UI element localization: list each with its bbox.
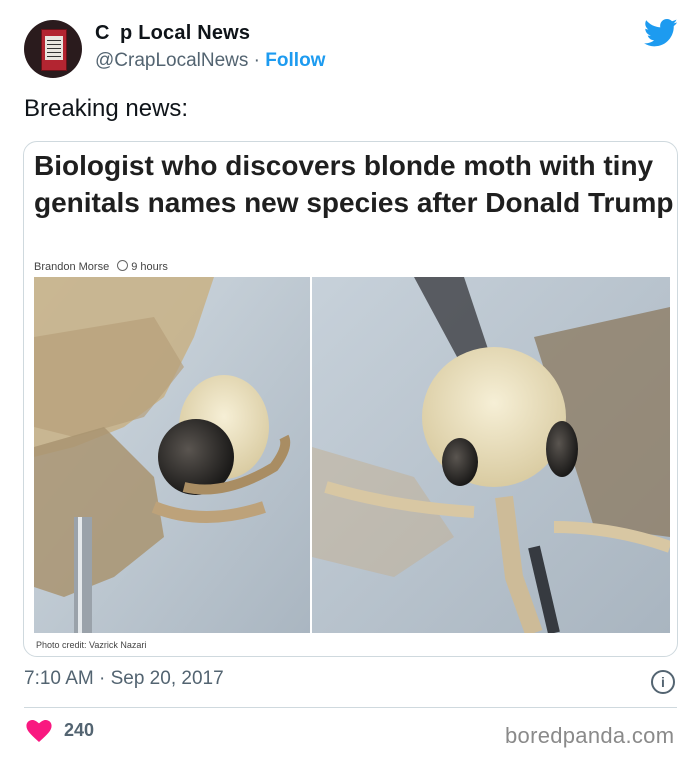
info-icon[interactable]: i — [651, 670, 675, 694]
article-age: 9 hours — [131, 261, 168, 273]
clock-icon — [117, 260, 129, 271]
moth-photo — [34, 277, 670, 633]
heart-icon[interactable] — [26, 720, 52, 742]
follow-button[interactable]: Follow — [265, 50, 325, 71]
tweet-timestamp[interactable]: 7:10 AM · Sep 20, 2017 — [24, 668, 224, 690]
tweet-text: Breaking news: — [24, 95, 189, 122]
photo-credit: Photo credit: Vazrick Nazari — [36, 640, 147, 650]
like-count[interactable]: 240 — [64, 720, 94, 741]
avatar[interactable] — [24, 20, 82, 78]
article-author: Brandon Morse — [34, 261, 110, 273]
twitter-bird-icon[interactable] — [644, 18, 678, 48]
article-card[interactable]: Biologist who discovers blonde moth with… — [23, 141, 678, 657]
display-name[interactable]: C p Local News — [95, 22, 250, 45]
moth-photo-illustration — [34, 277, 670, 633]
article-headline: Biologist who discovers blonde moth with… — [34, 150, 674, 218]
handle-row: @CrapLocalNews · Follow — [95, 50, 325, 72]
separator: · — [248, 50, 266, 71]
avatar-sign-image — [41, 29, 67, 71]
handle[interactable]: @CrapLocalNews — [95, 50, 248, 71]
divider — [24, 707, 677, 708]
watermark: boredpanda.com — [505, 723, 675, 748]
article-byline: Brandon Morse 9 hours — [34, 260, 168, 273]
